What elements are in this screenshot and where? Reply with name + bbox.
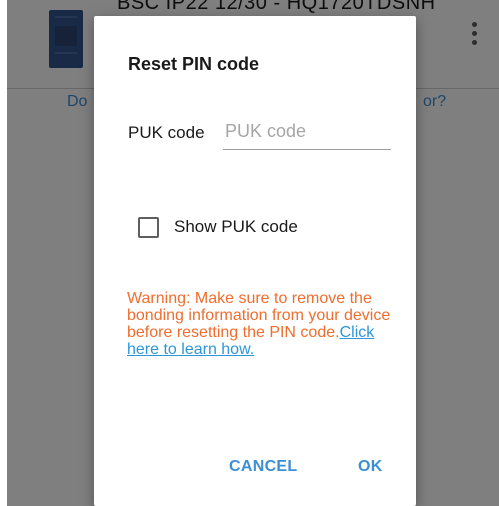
screen: BSC IP22 12/30 - HQ1720TDSNH Do or? Rese… bbox=[0, 0, 499, 506]
reset-pin-dialog: Reset PIN code PUK code Show PUK code Wa… bbox=[94, 16, 416, 506]
dialog-title: Reset PIN code bbox=[128, 54, 260, 74]
ok-button[interactable]: OK bbox=[358, 458, 383, 476]
cancel-button[interactable]: CANCEL bbox=[229, 458, 297, 476]
show-puk-checkbox[interactable] bbox=[138, 216, 159, 238]
show-puk-label: Show PUK code bbox=[174, 217, 298, 236]
show-puk-toggle[interactable]: Show PUK code bbox=[138, 216, 298, 238]
puk-code-input[interactable] bbox=[223, 114, 391, 150]
warning-message: Warning: Make sure to remove the bonding… bbox=[127, 290, 395, 358]
puk-code-label: PUK code bbox=[128, 123, 205, 142]
